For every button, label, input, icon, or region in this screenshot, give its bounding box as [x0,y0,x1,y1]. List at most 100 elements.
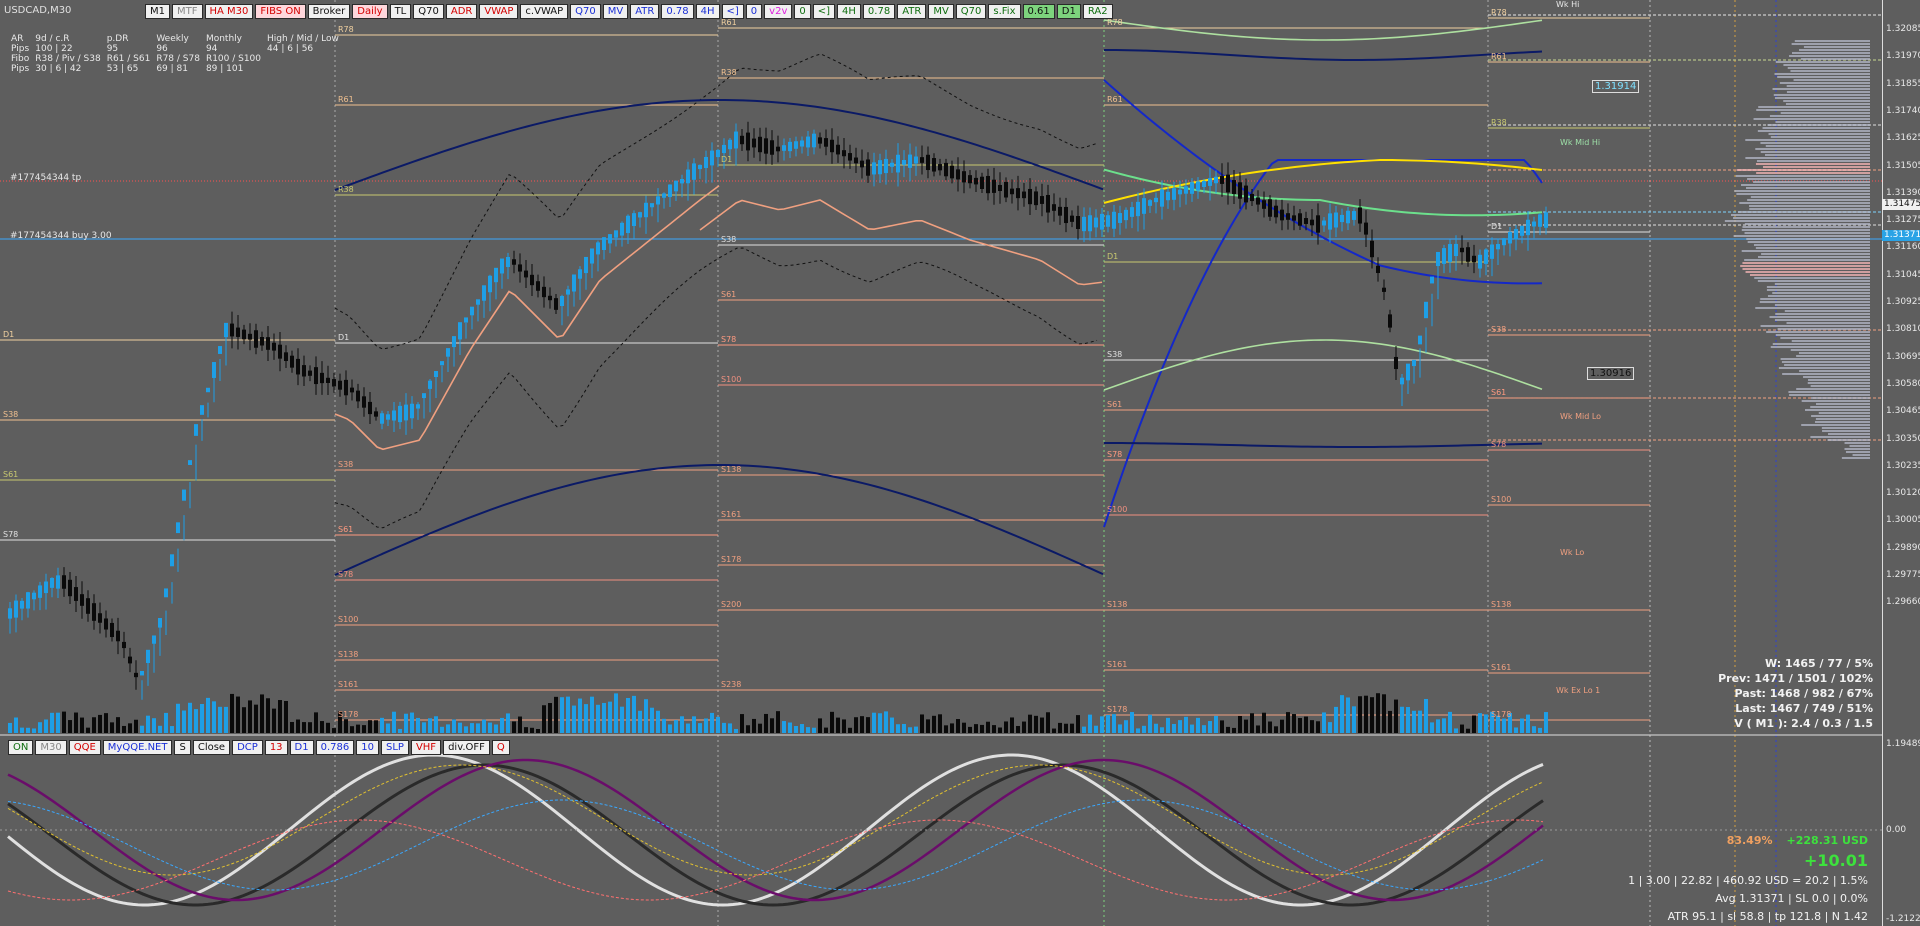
green-lower-band [1103,339,1543,391]
toolbar-d1-button[interactable]: D1 [1056,4,1081,19]
toolbar-mv-button[interactable]: MV [928,4,954,19]
volume-profile-bar [1807,382,1870,384]
price-axis[interactable]: 1.32085 1.31970 1.31855 1.31740 1.31625 1.315… [1882,0,1920,926]
volume-bar [1028,714,1032,733]
volume-profile-bar [1736,169,1870,171]
osc-0786-button[interactable]: 0.786 [315,740,355,755]
osc-on-button[interactable]: ON [8,740,34,755]
candle-body [212,362,216,378]
toolbar-adr-button[interactable]: ADR [445,4,478,19]
toolbar-mtf-button[interactable]: MTF [172,4,203,19]
candle-body [1424,301,1428,319]
toolbar--button[interactable]: <] [812,4,836,19]
toolbar-cvwap-button[interactable]: c.VWAP [520,4,569,19]
candle-body [1070,215,1074,222]
toolbar-q70-button[interactable]: Q70 [570,4,601,19]
fib-level-label: R78 [1107,18,1123,27]
toolbar-m1-button[interactable]: M1 [145,4,170,19]
fib-level-label: R38 [1491,118,1507,127]
toolbar-tl-button[interactable]: TL [389,4,412,19]
toolbar-sfix-button[interactable]: s.Fix [988,4,1021,19]
osc-m30-button[interactable]: M30 [35,740,67,755]
volume-bar [1418,710,1422,733]
osc-red-dotted [7,819,1544,901]
osc-d1-button[interactable]: D1 [289,740,314,755]
order-tp-label[interactable]: #177454344 tp [10,173,81,183]
osc-vhf-button[interactable]: VHF [410,740,442,755]
candle-body [500,258,504,274]
volume-profile-bar [1792,52,1870,54]
toolbar-atr-button[interactable]: ATR [897,4,927,19]
atr-line: ATR 95.1 | sl 58.8 | tp 121.8 | N 1.42 [1667,910,1868,923]
toolbar-061-button[interactable]: 0.61 [1022,4,1055,19]
toolbar-078-button[interactable]: 0.78 [661,4,694,19]
volume-bar [278,700,282,733]
candle-body [584,256,588,274]
toolbar-ra2-button[interactable]: RA2 [1082,4,1113,19]
candle-body [728,139,732,150]
candle-body [50,577,54,588]
toolbar-078-button[interactable]: 0.78 [862,4,896,19]
candle-body [410,403,414,419]
toolbar-ham30-button[interactable]: HA M30 [204,4,254,19]
volume-profile-bar [1808,379,1870,381]
osc-divoff-button[interactable]: div.OFF [443,740,490,755]
candle-body [224,322,228,338]
osc-close-button[interactable]: Close [192,740,231,755]
candle-body [218,346,222,354]
toolbar-0-button[interactable]: 0 [745,4,763,19]
toolbar-mv-button[interactable]: MV [602,4,629,19]
volume-bar [1472,715,1476,733]
volume-bar [896,724,900,733]
toolbar-q70-button[interactable]: Q70 [413,4,444,19]
osc-dcp-button[interactable]: DCP [232,740,263,755]
osc-qqe-button[interactable]: QQE [68,740,101,755]
volume-bar [710,712,714,733]
volume-bar [1244,719,1248,733]
indicator-toolbar: M1 MTF HA M30 FIBS ON Broker Daily TL Q70 ADR VWA… [145,4,1113,19]
volume-bar [200,703,204,733]
volume-profile-bar [1849,445,1870,447]
toolbar-fibson-button[interactable]: FIBS ON [255,4,306,19]
volume-bar [32,728,36,733]
toolbar-4h-button[interactable]: 4H [837,4,861,19]
volume-profile-bar [1777,76,1870,78]
volume-profile-bar [1744,223,1870,225]
level-box: 1.30916 [1587,367,1635,380]
fib-level-label: R78 [338,25,354,34]
toolbar-daily-button[interactable]: Daily [352,4,388,19]
volume-profile-bar [1790,70,1870,72]
price-tick: 1.30350 [1886,433,1920,444]
toolbar-4h-button[interactable]: 4H [695,4,720,19]
toolbar-broker-button[interactable]: Broker [307,4,351,19]
fib-level-label: R61 [1491,52,1507,61]
volume-bar [1118,724,1122,733]
candle-body [872,162,876,175]
osc-10-button[interactable]: 10 [356,740,379,755]
volume-bar [626,697,630,733]
volume-bar [1448,711,1452,733]
osc-slp-button[interactable]: SLP [380,740,409,755]
osc-13-button[interactable]: 13 [264,740,288,755]
volume-profile-bar [1763,166,1870,168]
osc-q-button[interactable]: Q [491,740,510,755]
volume-bar [1256,725,1260,733]
volume-bar [932,715,936,733]
order-buy-label[interactable]: #177454344 buy 3.00 [10,231,112,241]
toolbar-atr-button[interactable]: ATR [630,4,660,19]
volume-profile-bar [1852,454,1870,456]
toolbar-vwap-button[interactable]: VWAP [479,4,519,19]
volume-bar [1538,727,1542,733]
toolbar-0-button[interactable]: 0 [794,4,811,19]
toolbar-v2v-button[interactable]: v2v [764,4,793,19]
volume-profile-bar [1811,415,1870,417]
candle-body [1016,188,1020,199]
osc-s-button[interactable]: S [174,740,191,755]
candle-body [44,581,48,594]
chart-window[interactable]: USDCAD,M30 M1 MTF HA M30 FIBS ON Broker Daily… [0,0,1920,926]
volume-bar [1070,723,1074,733]
toolbar-q70-button[interactable]: Q70 [955,4,987,19]
toolbar--button[interactable]: <] [721,4,744,19]
price-chart[interactable] [0,0,1920,926]
osc-myqqenet-button[interactable]: MyQQE.NET [102,740,173,755]
